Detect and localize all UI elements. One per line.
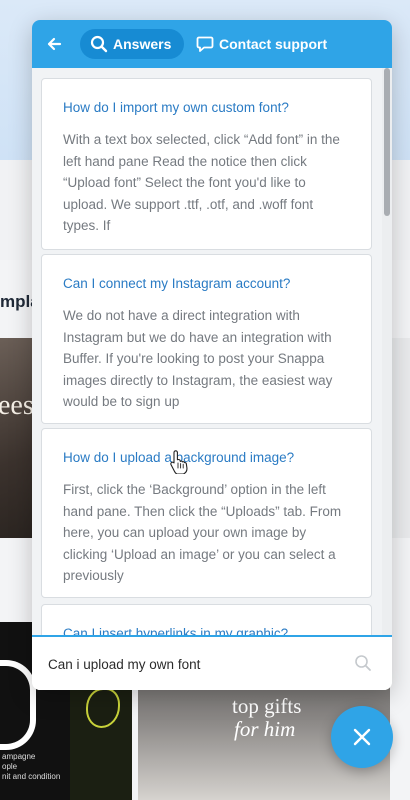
article-title[interactable]: How do I upload a background image? [63, 449, 351, 466]
tab-answers[interactable]: Answers [80, 29, 184, 59]
article-card[interactable]: Can I connect my Instagram account? We d… [41, 254, 372, 424]
background-card-text: ees [0, 390, 34, 421]
background-card-text: ople [2, 762, 18, 771]
article-card[interactable]: Can I insert hyperlinks in my graphic? [41, 604, 372, 635]
articles-list[interactable]: How do I import my own custom font? With… [32, 68, 392, 635]
tab-contact-support-label: Contact support [219, 36, 328, 52]
article-excerpt: With a text box selected, click “Add fon… [63, 132, 340, 233]
article-title[interactable]: How do I import my own custom font? [63, 99, 351, 116]
article-card[interactable]: How do I import my own custom font? With… [41, 78, 372, 250]
article-title[interactable]: Can I connect my Instagram account? [63, 275, 351, 292]
help-widget: Answers Contact support How do I import … [32, 20, 392, 690]
search-icon [90, 35, 108, 53]
background-card-text: top gifts [232, 694, 302, 718]
widget-header: Answers Contact support [32, 20, 392, 68]
tab-contact-support[interactable]: Contact support [192, 29, 342, 59]
background-card-text: ampagne [2, 752, 36, 761]
close-widget-button[interactable] [331, 706, 393, 768]
arrow-left-icon [47, 37, 62, 51]
search-input[interactable] [48, 652, 338, 676]
scrollbar-thumb[interactable] [384, 68, 390, 216]
background-card-shape [0, 660, 36, 750]
tab-answers-label: Answers [113, 36, 172, 52]
background-card-text: nit and condition [2, 772, 61, 781]
close-icon [353, 728, 371, 746]
article-excerpt: First, click the ‘Background’ option in … [63, 482, 342, 583]
background-card-text: for him [234, 717, 296, 741]
article-excerpt: We do not have a direct integration with… [63, 308, 333, 409]
background-card-shape [86, 688, 120, 728]
articles-scrollbar[interactable] [382, 68, 392, 635]
search-icon[interactable] [354, 654, 372, 672]
article-title[interactable]: Can I insert hyperlinks in my graphic? [63, 625, 351, 635]
search-bar [32, 635, 392, 690]
article-card[interactable]: How do I upload a background image? Firs… [41, 428, 372, 598]
chat-bubble-icon [196, 35, 214, 53]
back-button[interactable] [44, 34, 64, 54]
